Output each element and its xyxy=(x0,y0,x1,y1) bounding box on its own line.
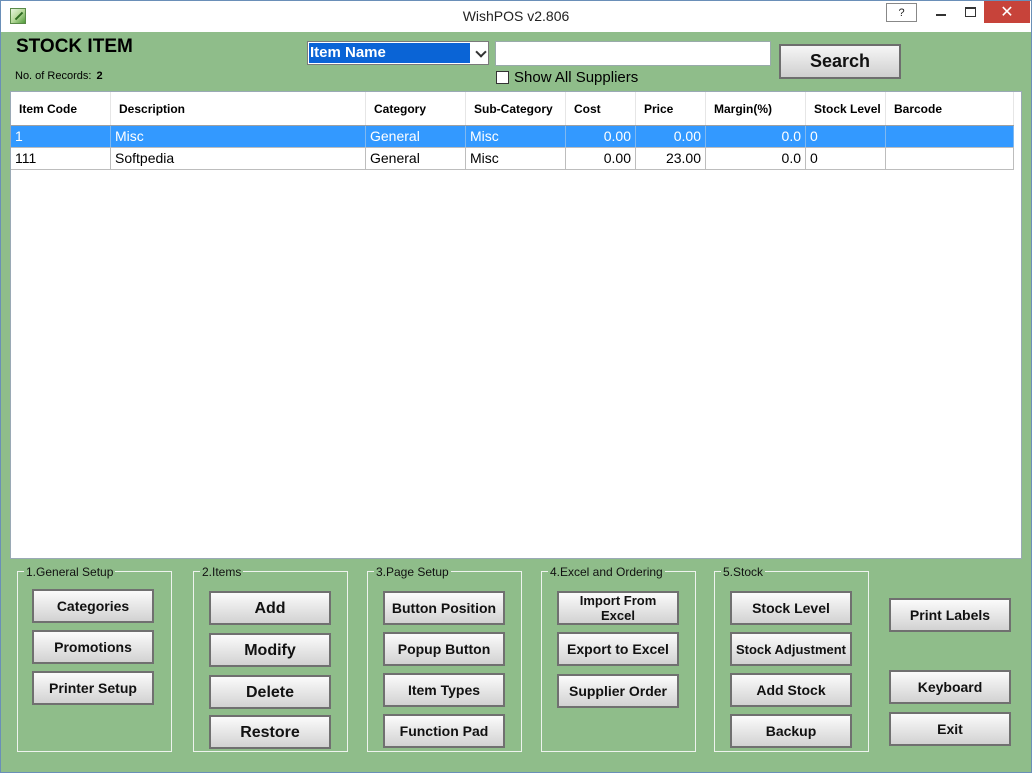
supplier-order-button[interactable]: Supplier Order xyxy=(557,674,679,708)
printer-setup-button[interactable]: Printer Setup xyxy=(32,671,154,705)
import-from-excel-button[interactable]: Import From Excel xyxy=(557,591,679,625)
table-header: Item Code Description Category Sub-Categ… xyxy=(11,92,1014,126)
records-info: No. of Records: 2 xyxy=(15,70,103,82)
delete-button[interactable]: Delete xyxy=(209,675,331,709)
column-header-sub-category[interactable]: Sub-Category xyxy=(466,92,566,125)
add-stock-button[interactable]: Add Stock xyxy=(730,673,852,707)
cell-barcode xyxy=(886,148,1014,169)
cell-item-code: 111 xyxy=(11,148,111,169)
print-labels-button[interactable]: Print Labels xyxy=(889,598,1011,632)
search-field-dropdown[interactable]: Item Name xyxy=(307,41,489,65)
column-header-item-code[interactable]: Item Code xyxy=(11,92,111,125)
cell-description: Softpedia xyxy=(111,148,366,169)
general-setup-label: 1.General Setup xyxy=(24,565,116,579)
cell-category: General xyxy=(366,148,466,169)
stock-adjustment-button[interactable]: Stock Adjustment xyxy=(730,632,852,666)
function-pad-button[interactable]: Function Pad xyxy=(383,714,505,748)
app-window: WishPOS v2.806 ? ✕ STOCK ITEM No. of Rec… xyxy=(0,0,1032,773)
cell-price: 0.00 xyxy=(636,126,706,147)
keyboard-button[interactable]: Keyboard xyxy=(889,670,1011,704)
exit-button[interactable]: Exit xyxy=(889,712,1011,746)
column-header-description[interactable]: Description xyxy=(111,92,366,125)
restore-button[interactable]: Restore xyxy=(209,715,331,749)
cell-stock-level: 0 xyxy=(806,126,886,147)
title-bar: WishPOS v2.806 ? ✕ xyxy=(1,1,1031,32)
column-header-category[interactable]: Category xyxy=(366,92,466,125)
cell-sub-category: Misc xyxy=(466,148,566,169)
show-all-suppliers-checkbox[interactable] xyxy=(496,71,509,84)
maximize-button[interactable] xyxy=(956,2,984,22)
add-button[interactable]: Add xyxy=(209,591,331,625)
cell-price: 23.00 xyxy=(636,148,706,169)
chevron-down-icon xyxy=(475,46,487,58)
help-button[interactable]: ? xyxy=(886,3,917,22)
items-label: 2.Items xyxy=(200,565,244,579)
cell-item-code: 1 xyxy=(11,126,111,147)
table-row[interactable]: 1 Misc General Misc 0.00 0.00 0.0 0 xyxy=(11,126,1014,148)
promotions-button[interactable]: Promotions xyxy=(32,630,154,664)
cell-description: Misc xyxy=(111,126,366,147)
search-field-selected: Item Name xyxy=(309,43,470,63)
stock-items-table: Item Code Description Category Sub-Categ… xyxy=(10,91,1022,559)
column-header-cost[interactable]: Cost xyxy=(566,92,636,125)
search-button[interactable]: Search xyxy=(779,44,901,79)
stock-label: 5.Stock xyxy=(721,565,766,579)
export-to-excel-button[interactable]: Export to Excel xyxy=(557,632,679,666)
modify-button[interactable]: Modify xyxy=(209,633,331,667)
cell-category: General xyxy=(366,126,466,147)
cell-stock-level: 0 xyxy=(806,148,886,169)
cell-margin: 0.0 xyxy=(706,126,806,147)
categories-button[interactable]: Categories xyxy=(32,589,154,623)
button-position-button[interactable]: Button Position xyxy=(383,591,505,625)
popup-button-button[interactable]: Popup Button xyxy=(383,632,505,666)
page-setup-label: 3.Page Setup xyxy=(374,565,451,579)
column-header-price[interactable]: Price xyxy=(636,92,706,125)
cell-cost: 0.00 xyxy=(566,126,636,147)
column-header-stock-level[interactable]: Stock Level xyxy=(806,92,886,125)
show-all-suppliers-label: Show All Suppliers xyxy=(514,69,639,86)
cell-sub-category: Misc xyxy=(466,126,566,147)
minimize-button[interactable] xyxy=(927,2,955,22)
stock-level-button[interactable]: Stock Level xyxy=(730,591,852,625)
table-row[interactable]: 111 Softpedia General Misc 0.00 23.00 0.… xyxy=(11,148,1014,170)
records-label: No. of Records: xyxy=(15,70,92,82)
excel-ordering-label: 4.Excel and Ordering xyxy=(548,565,665,579)
records-count: 2 xyxy=(96,70,103,82)
close-button[interactable]: ✕ xyxy=(984,1,1030,23)
window-title: WishPOS v2.806 xyxy=(462,8,570,24)
page-title: STOCK ITEM xyxy=(16,36,133,57)
backup-button[interactable]: Backup xyxy=(730,714,852,748)
search-input[interactable] xyxy=(495,41,771,66)
item-types-button[interactable]: Item Types xyxy=(383,673,505,707)
cell-barcode xyxy=(886,126,1014,147)
cell-cost: 0.00 xyxy=(566,148,636,169)
column-header-margin[interactable]: Margin(%) xyxy=(706,92,806,125)
column-header-barcode[interactable]: Barcode xyxy=(886,92,1014,125)
cell-margin: 0.0 xyxy=(706,148,806,169)
